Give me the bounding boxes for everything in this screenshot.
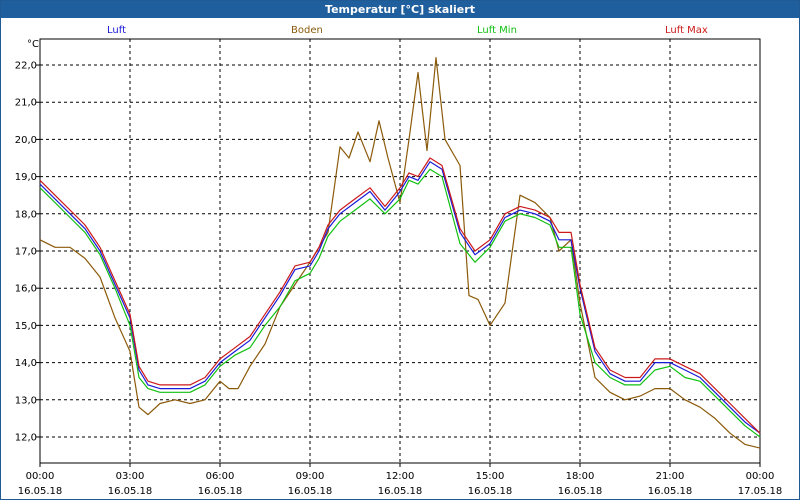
y-tick-label: 17,0 <box>15 247 37 258</box>
x-tick-label-time: 00:00 <box>26 471 55 482</box>
x-tick-label-date: 16.05.18 <box>198 486 243 497</box>
x-tick-label-time: 12:00 <box>386 471 415 482</box>
x-tick-label-time: 03:00 <box>116 471 145 482</box>
y-tick-label: 15,0 <box>15 321 37 332</box>
x-tick-label-date: 16.05.18 <box>378 486 423 497</box>
x-tick-label-time: 06:00 <box>206 471 235 482</box>
x-tick-label-time: 18:00 <box>566 471 595 482</box>
x-tick-label-date: 16.05.18 <box>558 486 603 497</box>
x-tick-label-time: 21:00 <box>656 471 685 482</box>
y-tick-label: 19,0 <box>15 172 37 183</box>
y-tick-label: 20,0 <box>15 135 37 146</box>
x-tick-label-time: 00:00 <box>746 471 775 482</box>
x-tick-label-date: 16.05.18 <box>18 486 63 497</box>
y-tick-label: 16,0 <box>15 284 37 295</box>
chart-window: Temperatur [°C] skaliert Luft Boden Luft… <box>0 0 800 500</box>
x-tick-label-date: 16.05.18 <box>108 486 153 497</box>
x-tick-label-date: 16.05.18 <box>288 486 333 497</box>
y-tick-label: 22,0 <box>15 61 37 72</box>
y-tick-label: 12,0 <box>15 432 37 443</box>
y-tick-label: 13,0 <box>15 395 37 406</box>
x-tick-label-time: 15:00 <box>476 471 505 482</box>
x-tick-label-date: 16.05.18 <box>468 486 513 497</box>
x-tick-label-date: 16.05.18 <box>648 486 693 497</box>
y-tick-label: 18,0 <box>15 209 37 220</box>
y-tick-label: 21,0 <box>15 98 37 109</box>
x-tick-label-date: 17.05.18 <box>738 486 783 497</box>
y-tick-label: 14,0 <box>15 358 37 369</box>
plot-area: 12,0 13,0 14,0 15,0 16,0 17,0 18,0 19,0 20,0 21,0… <box>15 38 783 497</box>
x-tick-label-time: 09:00 <box>296 471 325 482</box>
